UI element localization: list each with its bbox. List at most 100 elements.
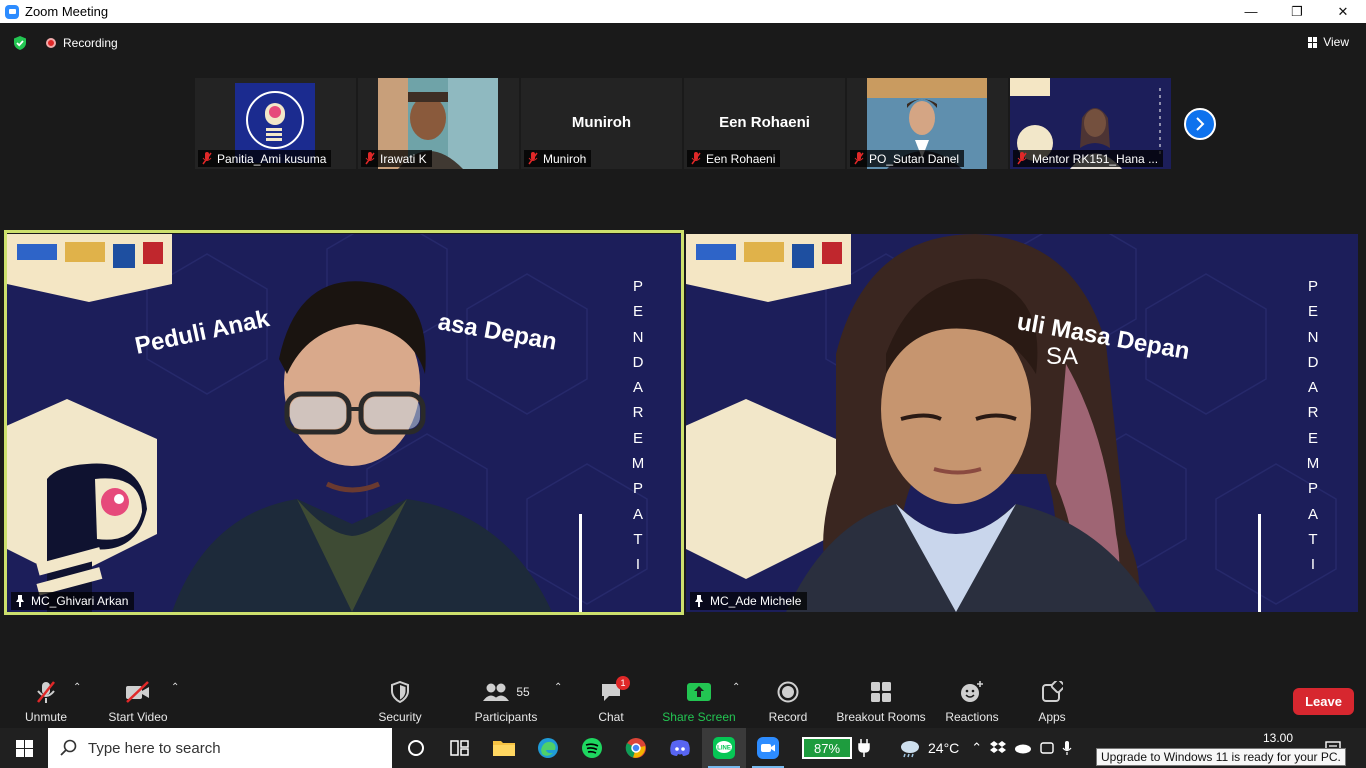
title-bar: Zoom Meeting — ❐ ✕ bbox=[0, 0, 1366, 23]
main-video-tile[interactable]: Peduli Anak asa Depan PENDAREMPATI MC_Gh… bbox=[7, 234, 682, 612]
taskbar-app-line[interactable]: LINE bbox=[702, 728, 746, 768]
svg-text:asa Depan: asa Depan bbox=[436, 308, 559, 355]
tray-overflow-chevron-icon[interactable]: ⌃ bbox=[971, 740, 982, 756]
apps-icon bbox=[1042, 681, 1063, 702]
taskbar-app-zoom[interactable] bbox=[746, 728, 790, 768]
participant-tile[interactable]: Een Rohaeni Een Rohaeni bbox=[684, 78, 845, 169]
line-app-icon: LINE bbox=[713, 737, 735, 759]
search-placeholder: Type here to search bbox=[88, 739, 221, 757]
participant-name-label: MC_Ghivari Arkan bbox=[11, 592, 135, 610]
windows-logo-icon bbox=[15, 739, 33, 757]
taskbar-app-chrome[interactable] bbox=[614, 728, 658, 768]
unmute-button[interactable]: Unmute bbox=[18, 674, 74, 728]
participant-tile[interactable]: Mentor RK151_Hana ... bbox=[1010, 78, 1171, 169]
svg-text:Peduli Anak: Peduli Anak bbox=[133, 305, 273, 360]
dropbox-icon[interactable] bbox=[990, 741, 1007, 755]
zoom-app-icon bbox=[757, 737, 779, 759]
pin-icon bbox=[16, 595, 24, 607]
task-view-button[interactable] bbox=[438, 728, 482, 768]
windows-upgrade-tooltip: Upgrade to Windows 11 is ready for your … bbox=[1096, 748, 1346, 766]
record-button[interactable]: Record bbox=[766, 674, 810, 728]
zoom-meeting-window: Zoom Meeting — ❐ ✕ Recording View Paniti… bbox=[0, 0, 1366, 768]
mic-off-icon bbox=[37, 681, 55, 703]
participants-count: 55 bbox=[516, 685, 530, 699]
svg-text:LINE: LINE bbox=[717, 746, 731, 752]
audio-options-caret[interactable]: ⌃ bbox=[73, 682, 81, 693]
battery-indicator[interactable]: 87% bbox=[802, 737, 852, 759]
taskbar-search-box[interactable]: Type here to search bbox=[48, 728, 392, 768]
taskbar-app-discord[interactable] bbox=[658, 728, 702, 768]
main-video-tile[interactable]: uli Masa Depan SA PENDAREMPATI MC_Ade Mi… bbox=[686, 234, 1358, 612]
participants-icon bbox=[483, 683, 510, 701]
edge-browser-icon bbox=[538, 738, 558, 758]
chrome-icon bbox=[625, 738, 646, 758]
system-tray: 24°C ⌃ bbox=[858, 728, 1072, 768]
mic-muted-icon bbox=[528, 152, 538, 165]
reactions-button[interactable]: Reactions bbox=[944, 674, 1000, 728]
start-video-button[interactable]: Start Video bbox=[104, 674, 172, 728]
chevron-right-icon bbox=[1196, 117, 1205, 131]
participant-tile[interactable]: Muniroh Muniroh bbox=[521, 78, 682, 169]
task-view-icon bbox=[450, 740, 469, 756]
close-window-button[interactable]: ✕ bbox=[1320, 0, 1366, 23]
spotify-icon bbox=[582, 738, 602, 758]
encryption-shield-icon[interactable] bbox=[12, 35, 28, 51]
start-button[interactable] bbox=[0, 728, 48, 768]
maximize-button[interactable]: ❐ bbox=[1274, 0, 1320, 23]
participant-display-name: Een Rohaeni bbox=[719, 114, 810, 131]
cortana-circle-icon bbox=[408, 740, 424, 756]
participant-name-label: Irawati K bbox=[361, 150, 432, 167]
cortana-button[interactable] bbox=[394, 728, 438, 768]
participants-button[interactable]: 55 Participants bbox=[470, 674, 542, 728]
participant-tile[interactable]: Panitia_Ami kusuma bbox=[195, 78, 356, 169]
participant-name-label: Muniroh bbox=[524, 150, 592, 167]
weather-temperature[interactable]: 24°C bbox=[928, 740, 959, 756]
view-label: View bbox=[1323, 35, 1349, 49]
taskbar-app-file-explorer[interactable] bbox=[482, 728, 526, 768]
microphone-icon[interactable] bbox=[1062, 740, 1072, 756]
weather-cloud-icon[interactable] bbox=[898, 738, 922, 758]
participant-name-label: Een Rohaeni bbox=[687, 150, 781, 167]
vertical-banner-text: PENDAREMPATI bbox=[1306, 278, 1320, 574]
view-grid-icon bbox=[1308, 36, 1318, 48]
participant-display-name: Muniroh bbox=[571, 114, 632, 131]
discord-icon bbox=[670, 740, 690, 756]
participant-tile[interactable]: PO_Sutan Danel bbox=[847, 78, 1008, 169]
meeting-toolbar: Unmute ⌃ Start Video ⌃ Security 55 Parti… bbox=[0, 674, 1366, 728]
mic-muted-icon bbox=[854, 152, 864, 165]
meet-now-icon[interactable] bbox=[1040, 740, 1054, 756]
breakout-rooms-button[interactable]: Breakout Rooms bbox=[836, 674, 926, 728]
zoom-app-icon bbox=[5, 4, 19, 19]
mic-muted-icon bbox=[1017, 152, 1027, 165]
taskbar-app-edge[interactable] bbox=[526, 728, 570, 768]
video-off-icon bbox=[126, 681, 149, 703]
share-options-caret[interactable]: ⌃ bbox=[732, 682, 740, 693]
leave-button[interactable]: Leave bbox=[1293, 688, 1354, 715]
folder-icon bbox=[493, 741, 515, 756]
mic-muted-icon bbox=[691, 152, 701, 165]
participant-name-label: MC_Ade Michele bbox=[690, 592, 808, 610]
next-page-button[interactable] bbox=[1184, 108, 1216, 140]
participants-options-caret[interactable]: ⌃ bbox=[554, 682, 562, 693]
minimize-button[interactable]: — bbox=[1228, 0, 1274, 23]
security-button[interactable]: Security bbox=[372, 674, 428, 728]
mic-muted-icon bbox=[365, 152, 375, 165]
window-title: Zoom Meeting bbox=[25, 4, 109, 19]
taskbar-app-spotify[interactable] bbox=[570, 728, 614, 768]
chat-button[interactable]: 1 Chat bbox=[591, 674, 631, 728]
taskbar-clock[interactable]: 13.00 bbox=[1263, 728, 1293, 748]
view-button[interactable]: View bbox=[1308, 35, 1349, 49]
participant-tile[interactable]: Irawati K bbox=[358, 78, 519, 169]
video-options-caret[interactable]: ⌃ bbox=[171, 682, 179, 693]
event-banner-graphic: Peduli Anak asa Depan bbox=[7, 234, 582, 612]
svg-text:SA: SA bbox=[1046, 343, 1078, 370]
power-plug-icon bbox=[858, 739, 870, 757]
search-icon bbox=[60, 739, 77, 756]
vertical-banner-text: PENDAREMPATI bbox=[631, 278, 645, 574]
apps-button[interactable]: Apps bbox=[1031, 674, 1073, 728]
share-screen-button[interactable]: Share Screen bbox=[662, 674, 736, 728]
record-icon bbox=[777, 681, 799, 703]
onedrive-cloud-icon[interactable] bbox=[1014, 742, 1032, 754]
pin-icon bbox=[695, 595, 703, 607]
recording-indicator[interactable]: Recording bbox=[46, 36, 118, 50]
